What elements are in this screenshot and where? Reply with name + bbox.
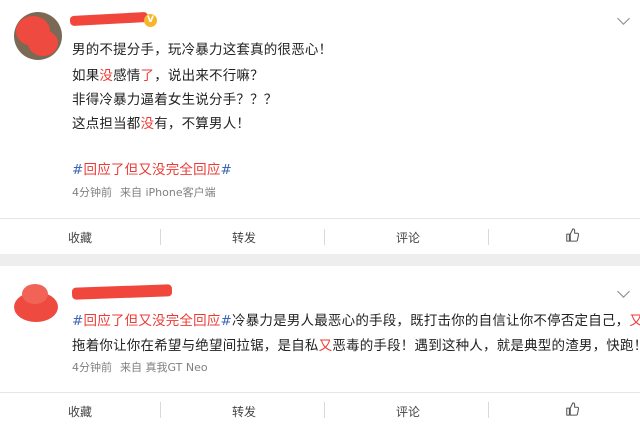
post-content-line: #回应了但又没完全回应#冷暴力是男人最恶心的手段，既打击你的自信让你不停否定自己… — [72, 313, 640, 329]
action-separator — [324, 229, 325, 245]
post-content-line: 如果没感情了，说出来不行嘛？ — [72, 68, 264, 84]
repost-button[interactable]: 转发 — [232, 403, 256, 420]
repost-button[interactable]: 转发 — [232, 229, 256, 246]
post-source: 来自 真我GT Neo — [120, 361, 208, 374]
action-separator — [488, 229, 489, 245]
divider — [0, 218, 640, 219]
avatar[interactable] — [14, 282, 62, 330]
favorite-button[interactable]: 收藏 — [68, 403, 92, 420]
avatar[interactable] — [14, 12, 62, 60]
username-redacted[interactable] — [69, 11, 149, 27]
post-meta: 4分钟前 来自 iPhone客户端 — [72, 184, 224, 200]
post-content-line: 男的不提分手，玩冷暴力这套真的很恶心！ — [72, 42, 333, 58]
post-time[interactable]: 4分钟前 — [72, 361, 112, 374]
thumbs-up-icon[interactable] — [565, 228, 579, 242]
topic-hashtag[interactable]: 回应了但又没完全回应 — [84, 313, 221, 329]
post-content-line: 这点担当都没有，不算男人！ — [72, 116, 251, 132]
comment-button[interactable]: 评论 — [396, 229, 420, 246]
post-content-line: 拖着你让你在希望与绝望间拉锯，是自私又恶毒的手段！遇到这种人，就是典型的渣男，快… — [72, 338, 640, 354]
divider — [0, 392, 640, 393]
favorite-button[interactable]: 收藏 — [68, 229, 92, 246]
post-time[interactable]: 4分钟前 — [72, 186, 112, 199]
post-content-line: 非得冷暴力逼着女生说分手？？？ — [72, 92, 278, 108]
hashtag-close[interactable]: # — [221, 313, 233, 329]
action-separator — [160, 402, 161, 418]
weibo-post-1: V 男的不提分手，玩冷暴力这套真的很恶心！ 如果没感情了，说出来不行嘛？ 非得冷… — [0, 0, 640, 254]
post-meta: 4分钟前 来自 真我GT Neo — [72, 359, 216, 375]
post-source: 来自 iPhone客户端 — [120, 186, 216, 199]
action-separator — [324, 402, 325, 418]
vip-icon: V — [144, 14, 157, 27]
chevron-down-icon[interactable] — [617, 12, 630, 25]
action-separator — [488, 402, 489, 418]
hashtag-open[interactable]: # — [72, 313, 84, 329]
thumbs-up-icon[interactable] — [565, 402, 579, 416]
comment-button[interactable]: 评论 — [396, 403, 420, 420]
topic-hashtag[interactable]: #回应了但又没完全回应# — [72, 158, 232, 178]
action-separator — [160, 229, 161, 245]
